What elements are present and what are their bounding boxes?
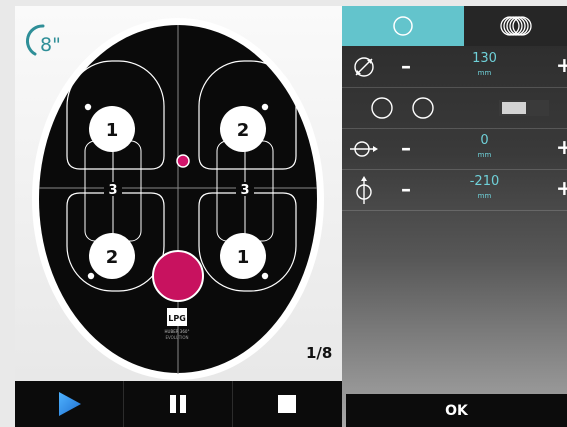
pause-icon bbox=[169, 395, 186, 413]
play-button[interactable] bbox=[15, 381, 124, 427]
double-circle-icon bbox=[369, 96, 437, 124]
horizontal-offset-row: – 0 mm + bbox=[342, 129, 567, 170]
pad-label: 2 bbox=[106, 247, 119, 268]
logo-caption: HUBER 360° bbox=[165, 329, 190, 334]
pad-label: 1 bbox=[106, 120, 119, 141]
tab-multi-circle[interactable] bbox=[464, 6, 567, 46]
diameter-icon bbox=[349, 52, 379, 82]
horizontal-offset-value: 0 bbox=[480, 133, 489, 148]
vertical-offset-minus-button[interactable]: – bbox=[396, 177, 416, 201]
logo-subcaption: EVOLUTION bbox=[165, 335, 188, 340]
stop-button[interactable] bbox=[232, 381, 342, 427]
center-marker bbox=[176, 154, 190, 168]
start-dot bbox=[261, 272, 269, 280]
diameter-row: – 130 mm + bbox=[342, 47, 567, 88]
pad-label: 1 bbox=[237, 247, 250, 268]
mode-tabs bbox=[342, 6, 567, 46]
settings-panel: – 130 mm + – 0 mm + – -210 mm + OK bbox=[342, 6, 567, 427]
treatment-diagram-panel: 1 2 2 1 3 3 LPG HUBER 360° EVOLUTION 8" … bbox=[15, 6, 342, 381]
timer-value: 8" bbox=[40, 34, 61, 56]
pause-button[interactable] bbox=[123, 381, 233, 427]
zone-label: 3 bbox=[108, 183, 117, 198]
play-icon bbox=[59, 392, 81, 416]
vertical-offset-value: -210 bbox=[469, 174, 500, 189]
diameter-value: 130 bbox=[472, 51, 497, 66]
horizontal-offset-unit: mm bbox=[477, 151, 492, 159]
toggle-knob bbox=[502, 102, 526, 114]
pad-label: 2 bbox=[237, 120, 250, 141]
playback-bar bbox=[15, 381, 342, 427]
stop-icon bbox=[278, 395, 296, 413]
zone-label: 3 bbox=[240, 183, 249, 198]
horizontal-offset-plus-button[interactable]: + bbox=[556, 135, 567, 159]
double-circle-toggle[interactable] bbox=[499, 100, 549, 116]
horizontal-offset-minus-button[interactable]: – bbox=[396, 136, 416, 160]
start-dot bbox=[84, 103, 92, 111]
start-dot bbox=[87, 272, 95, 280]
horizontal-offset-icon bbox=[349, 134, 379, 164]
start-dot bbox=[261, 103, 269, 111]
vertical-offset-unit: mm bbox=[477, 192, 492, 200]
app-screen: 1 2 2 1 3 3 LPG HUBER 360° EVOLUTION 8" … bbox=[0, 0, 567, 427]
vertical-offset-row: – -210 mm + bbox=[342, 170, 567, 211]
logo-text: LPG bbox=[168, 314, 186, 323]
vertical-offset-icon bbox=[349, 175, 379, 205]
treatment-diagram: 1 2 2 1 3 3 LPG HUBER 360° EVOLUTION bbox=[25, 18, 324, 380]
diameter-unit: mm bbox=[477, 69, 492, 77]
diameter-minus-button[interactable]: – bbox=[396, 54, 416, 78]
double-circle-row bbox=[342, 88, 567, 129]
position-marker[interactable] bbox=[152, 250, 204, 302]
vertical-offset-plus-button[interactable]: + bbox=[556, 176, 567, 200]
page-counter: 1/8 bbox=[306, 344, 333, 362]
diameter-plus-button[interactable]: + bbox=[556, 53, 567, 77]
tab-single-circle[interactable] bbox=[342, 6, 464, 46]
ok-button[interactable]: OK bbox=[346, 394, 567, 427]
multi-circle-icon bbox=[499, 16, 532, 36]
circle-icon bbox=[393, 16, 413, 36]
